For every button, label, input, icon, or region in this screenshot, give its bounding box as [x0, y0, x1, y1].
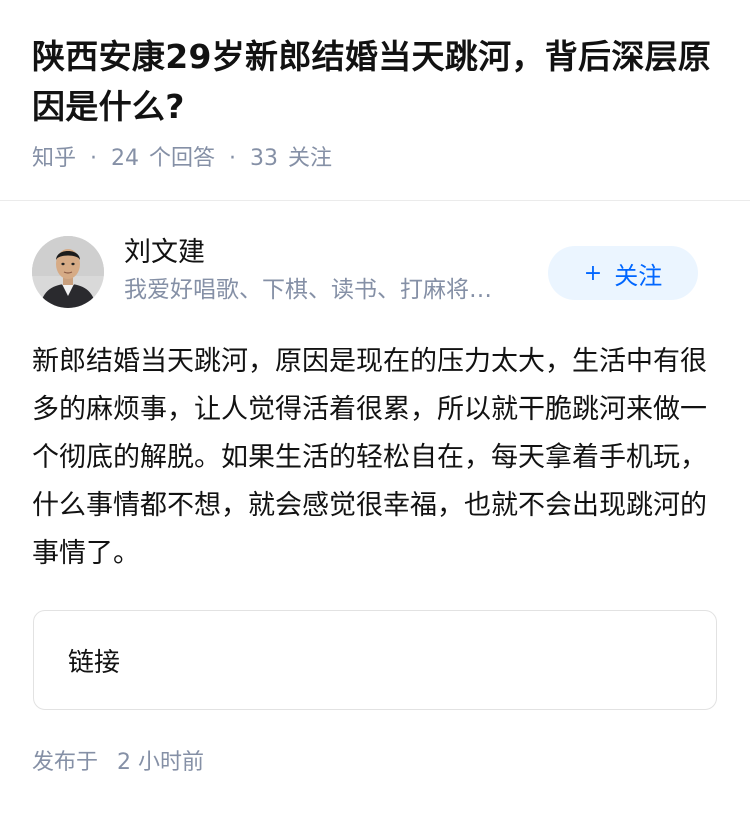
author-info: 刘文建 我爱好唱歌、下棋、读书、打麻将… [124, 234, 544, 308]
avatar[interactable] [32, 236, 104, 308]
publish-label: 发布于 [32, 750, 99, 775]
person-avatar-icon [32, 236, 104, 308]
meta-separator: · [90, 146, 98, 171]
answer-count: 24 [111, 146, 140, 171]
follow-button-label: 关注 [614, 261, 663, 290]
section-divider [0, 200, 750, 201]
source-label[interactable]: 知乎 [32, 142, 76, 176]
publish-time-value: 2 小时前 [117, 750, 205, 775]
link-card-label: 链接 [68, 647, 121, 678]
question-title[interactable]: 陕西安康29岁新郎结婚当天跳河，背后深层原因是什么? [32, 32, 718, 132]
question-header: 陕西安康29岁新郎结婚当天跳河，背后深层原因是什么? 知乎 · 24 个回答 ·… [32, 32, 718, 176]
author-bio: 我爱好唱歌、下棋、读书、打麻将… [124, 277, 492, 303]
question-meta: 知乎 · 24 个回答 · 33 关注 [32, 142, 718, 176]
follow-button[interactable]: + 关注 [548, 246, 698, 300]
link-card[interactable]: 链接 [33, 610, 717, 710]
publish-time: 发布于 2 小时前 [32, 746, 204, 780]
answer-content: 新郎结婚当天跳河，原因是现在的压力太大，生活中有很多的麻烦事，让人觉得活着很累，… [32, 346, 707, 569]
author-row: 刘文建 我爱好唱歌、下棋、读书、打麻将… + 关注 [32, 234, 718, 314]
follow-count: 33 [250, 146, 279, 171]
meta-separator: · [229, 146, 237, 171]
author-name[interactable]: 刘文建 [124, 234, 544, 272]
answer-count-label: 个回答 [149, 146, 216, 171]
plus-icon: + [583, 260, 603, 286]
follow-count-label: 关注 [288, 146, 333, 171]
